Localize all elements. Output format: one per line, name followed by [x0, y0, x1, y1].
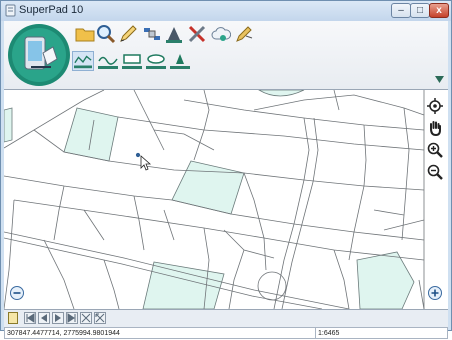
toolbar	[4, 21, 448, 90]
document-icon[interactable]	[7, 312, 19, 324]
app-window: SuperPad 10 – □ x 307847.4477714, 277599…	[0, 0, 452, 339]
coordinates-readout: 307847.4477714, 2775994.9801944	[4, 327, 316, 339]
close-button[interactable]: x	[429, 3, 449, 18]
maximize-button[interactable]: □	[410, 3, 430, 18]
zoom-plus-button[interactable]	[428, 286, 442, 300]
extent-icon[interactable]	[80, 312, 92, 324]
bottom-bar: 307847.4477714, 2775994.9801944 1:6465	[4, 309, 448, 339]
client-area: 307847.4477714, 2775994.9801944 1:6465	[4, 21, 448, 339]
polyline-draw-icon[interactable]	[72, 51, 94, 71]
superpad-logo[interactable]	[7, 23, 71, 87]
last-icon[interactable]	[66, 312, 78, 324]
park-area	[4, 107, 13, 143]
cursor-icon	[140, 155, 152, 171]
point-draw-icon[interactable]	[169, 51, 191, 71]
next-icon[interactable]	[52, 312, 64, 324]
curve-draw-icon[interactable]	[97, 51, 119, 71]
previous-icon[interactable]	[38, 312, 50, 324]
cloud-sync-icon[interactable]	[211, 24, 231, 44]
first-icon[interactable]	[24, 312, 36, 324]
zoom-out-icon[interactable]	[427, 164, 443, 180]
park-area	[258, 90, 305, 97]
street-map[interactable]	[4, 90, 448, 309]
app-icon	[5, 4, 16, 17]
window-title: SuperPad 10	[19, 4, 84, 16]
collapse-toolbar-icon[interactable]	[435, 76, 444, 84]
edit-pen-icon[interactable]	[118, 24, 138, 44]
ellipse-draw-icon[interactable]	[145, 51, 167, 71]
title-bar: SuperPad 10 – □ x	[1, 1, 451, 21]
satellite-icon[interactable]	[142, 24, 162, 44]
full-extent-icon[interactable]	[94, 312, 106, 324]
folder-icon[interactable]	[75, 24, 95, 44]
map-view[interactable]	[4, 90, 448, 309]
zoom-minus-button[interactable]	[10, 286, 24, 300]
rectangle-draw-icon[interactable]	[121, 51, 143, 71]
survey-icon[interactable]	[164, 24, 184, 44]
locate-icon[interactable]	[427, 98, 443, 114]
map-marker-icon	[135, 152, 141, 158]
park-area	[356, 251, 415, 309]
search-icon[interactable]	[96, 24, 116, 44]
tools-icon[interactable]	[187, 24, 207, 44]
park-area	[142, 261, 225, 309]
pan-hand-icon[interactable]	[427, 120, 443, 136]
park-area	[171, 160, 245, 215]
scale-readout: 1:6465	[315, 327, 448, 339]
park-area	[63, 107, 119, 162]
pen-edit-icon[interactable]	[234, 24, 254, 44]
zoom-in-icon[interactable]	[427, 142, 443, 158]
minimize-button[interactable]: –	[391, 3, 411, 18]
